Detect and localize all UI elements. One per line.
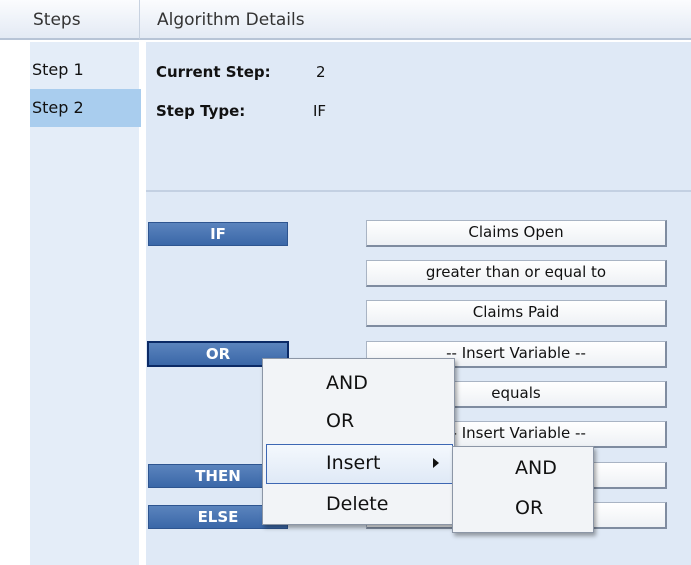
algorithm-details-header-label: Algorithm Details <box>157 10 305 30</box>
current-step-label: Current Step: <box>156 63 271 81</box>
step-item-1[interactable]: Step 1 <box>30 51 141 89</box>
step-info-panel: Current Step: 2 Step Type: IF <box>146 42 691 190</box>
menu-item-delete[interactable]: Delete <box>326 493 388 515</box>
steps-header: Steps <box>0 0 139 40</box>
step-type-label: Step Type: <box>156 102 246 120</box>
submenu-item-or[interactable]: OR <box>515 497 543 519</box>
condition1-variable-button[interactable]: Claims Open <box>366 220 667 247</box>
submenu-item-and[interactable]: AND <box>515 457 557 479</box>
menu-item-insert[interactable]: Insert <box>266 444 453 484</box>
algorithm-details-header: Algorithm Details <box>139 0 691 40</box>
steps-list: Step 1 Step 2 <box>30 42 141 565</box>
condition1-value-button[interactable]: Claims Paid <box>366 300 667 327</box>
menu-item-or[interactable]: OR <box>326 410 354 432</box>
current-step-value: 2 <box>316 63 326 81</box>
menu-item-and[interactable]: AND <box>326 372 368 394</box>
menu-item-insert-label: Insert <box>326 452 381 474</box>
condition1-operator-button[interactable]: greater than or equal to <box>366 260 667 287</box>
steps-header-label: Steps <box>33 10 81 30</box>
insert-submenu: AND OR <box>452 446 594 533</box>
if-keyword-button[interactable]: IF <box>148 222 288 246</box>
step-type-value: IF <box>313 102 327 120</box>
step-item-2[interactable]: Step 2 <box>30 89 141 127</box>
step-item-label: Step 2 <box>32 98 84 117</box>
step-item-label: Step 1 <box>32 60 84 79</box>
context-menu: AND OR Insert Delete <box>262 358 455 525</box>
submenu-arrow-icon <box>433 458 439 468</box>
